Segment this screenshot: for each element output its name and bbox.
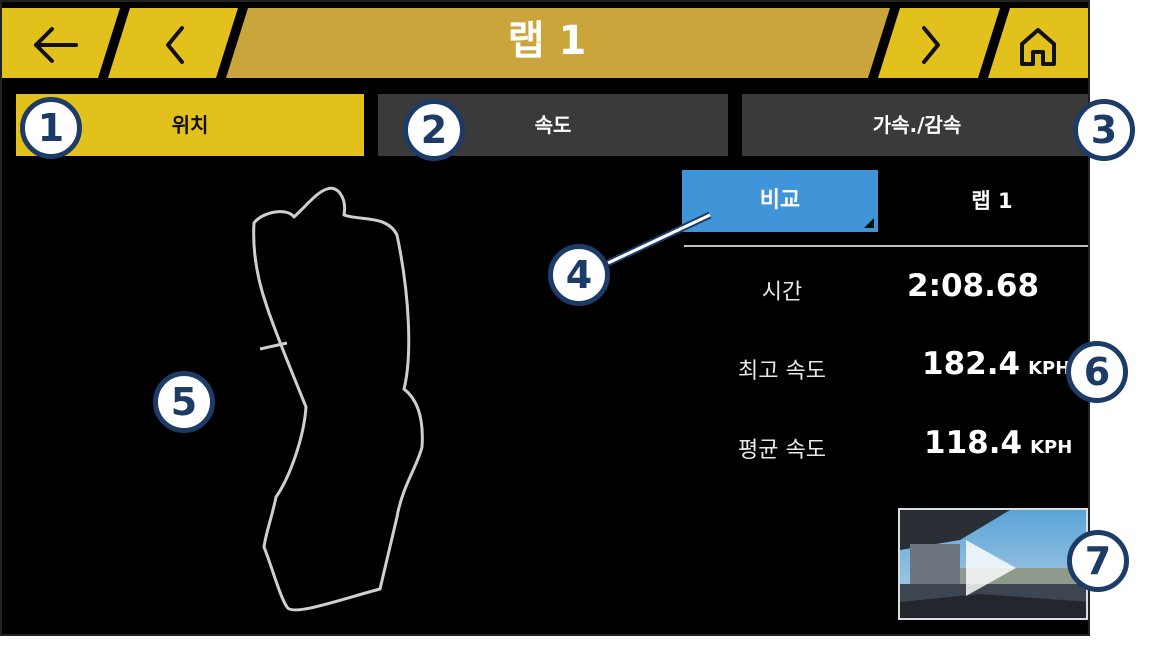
- video-thumbnail-image: [900, 510, 1086, 618]
- current-lap-label: 랩 1: [971, 189, 1013, 213]
- track-map: [252, 186, 424, 612]
- page-title: 랩 1: [507, 18, 587, 64]
- app-screen: 랩 1 위치 속도 가속./감속 비교 랩 1 시간 2:08.68 최고 속도…: [0, 0, 1090, 636]
- callout-1: 1: [20, 97, 82, 159]
- avg-speed-number: 118.4: [924, 425, 1023, 461]
- callout-6: 6: [1066, 341, 1128, 403]
- home-icon: [1020, 28, 1056, 66]
- video-thumbnail[interactable]: [898, 508, 1088, 620]
- time-value: 2:08.68: [907, 268, 1087, 304]
- max-speed-number: 182.4: [922, 346, 1021, 382]
- stats-divider: [684, 245, 1088, 247]
- top-bar: 랩 1: [2, 2, 1088, 82]
- dropdown-corner-icon: [864, 218, 874, 228]
- compare-button-label: 비교: [759, 188, 801, 213]
- callout-7: 7: [1067, 530, 1129, 592]
- home-button[interactable]: [992, 8, 1088, 74]
- avg-speed-label: 평균 속도: [738, 438, 826, 463]
- callout-2: 2: [403, 99, 465, 161]
- previous-lap-button[interactable]: [112, 8, 222, 74]
- callout-5: 5: [153, 371, 215, 433]
- max-speed-unit: KPH: [1028, 358, 1071, 379]
- callout-4-leader-line: [606, 211, 712, 267]
- max-speed-label: 최고 속도: [738, 359, 826, 384]
- chevron-left-icon: [166, 26, 184, 64]
- back-button[interactable]: [2, 8, 102, 74]
- callout-4: 4: [548, 244, 610, 306]
- chevron-right-icon: [922, 26, 940, 64]
- max-speed-value: 182.4 KPH: [922, 346, 1088, 382]
- time-label: 시간: [761, 280, 803, 305]
- tab-acceleration[interactable]: 가속./감속: [742, 94, 1088, 156]
- avg-speed-value: 118.4 KPH: [924, 425, 1088, 461]
- time-value-text: 2:08.68: [907, 268, 1040, 304]
- next-lap-button[interactable]: [882, 8, 982, 74]
- callout-3: 3: [1073, 99, 1135, 161]
- avg-speed-unit: KPH: [1030, 437, 1073, 458]
- back-arrow-icon: [34, 27, 78, 63]
